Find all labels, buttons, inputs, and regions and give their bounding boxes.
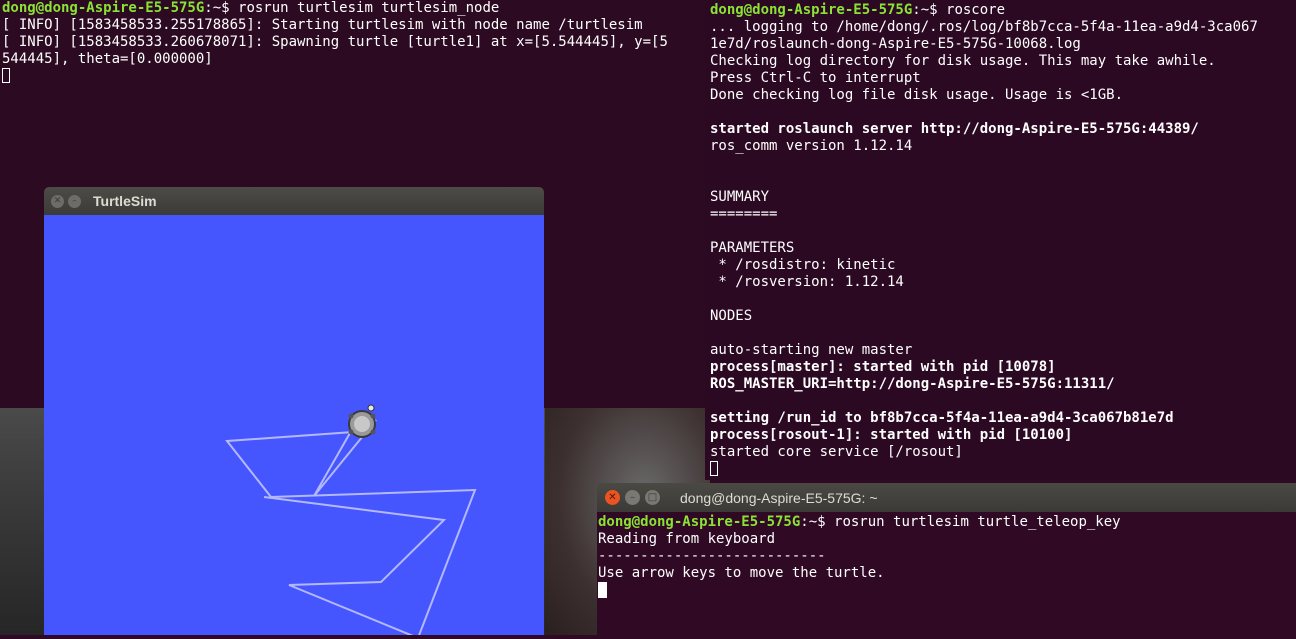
close-icon[interactable]: ✕ [605, 490, 620, 505]
log-line: 544445], theta=[0.000000] [2, 51, 213, 67]
minimize-icon[interactable]: – [625, 490, 640, 505]
output-line: Reading from keyboard [598, 531, 776, 547]
teleop-titlebar[interactable]: ✕ – □ dong@dong-Aspire-E5-575G: ~ [597, 483, 1296, 512]
log-line: * /rosversion: 1.12.14 [710, 274, 904, 290]
log-line: process[rosout-1]: started with pid [101… [710, 427, 1073, 443]
log-line: Checking log directory for disk usage. T… [710, 53, 1216, 69]
turtle-icon [348, 404, 376, 438]
prompt-user: dong@dong-Aspire-E5-575G [598, 514, 801, 530]
right-terminal-output: dong@dong-Aspire-E5-575G:~$ roscore ... … [710, 2, 1258, 478]
log-line: started roslaunch server http://dong-Asp… [710, 121, 1199, 137]
teleop-terminal-output[interactable]: dong@dong-Aspire-E5-575G:~$ rosrun turtl… [598, 514, 1121, 600]
prompt-path: :~$ [912, 2, 947, 18]
prompt-path: :~$ [800, 514, 835, 530]
window-title: dong@dong-Aspire-E5-575G: ~ [680, 489, 878, 506]
left-terminal-output: dong@dong-Aspire-E5-575G:~$ rosrun turtl… [2, 0, 668, 85]
turtlesim-titlebar[interactable]: ✕ – TurtleSim [44, 187, 544, 215]
log-line: setting /run_id to bf8b7cca-5f4a-11ea-a9… [710, 410, 1174, 426]
log-line: NODES [710, 308, 753, 324]
terminal-cursor [710, 461, 718, 476]
terminal-cursor [2, 68, 10, 83]
log-line: auto-starting new master [710, 342, 913, 358]
turtle-trail [225, 411, 477, 639]
log-line: ... logging to /home/dong/.ros/log/bf8b7… [710, 19, 1258, 35]
log-line: ROS_MASTER_URI=http://dong-Aspire-E5-575… [710, 376, 1115, 392]
prompt-path: :~$ [204, 0, 239, 16]
terminal-cursor [598, 582, 607, 598]
prompt-user: dong@dong-Aspire-E5-575G [2, 0, 205, 16]
log-line: [ INFO] [1583458533.260678071]: Spawning… [2, 34, 668, 50]
log-line: ros_comm version 1.12.14 [710, 138, 913, 154]
teleop-terminal-window[interactable]: ✕ – □ dong@dong-Aspire-E5-575G: ~ dong@d… [597, 483, 1296, 635]
log-line: PARAMETERS [710, 240, 795, 256]
maximize-icon[interactable]: □ [645, 490, 660, 505]
teleop-prompt-line: dong@dong-Aspire-E5-575G:~$ rosrun turtl… [598, 514, 1121, 531]
log-line: [ INFO] [1583458533.255178865]: Starting… [2, 17, 643, 33]
log-line: 1e7d/roslaunch-dong-Aspire-E5-575G-10068… [710, 36, 1081, 52]
close-icon[interactable]: ✕ [51, 194, 64, 208]
command-text: roscore [946, 2, 1006, 18]
log-line: * /rosdistro: kinetic [710, 257, 896, 273]
command-text: rosrun turtlesim turtlesim_node [238, 0, 500, 16]
command-text: rosrun turtlesim turtle_teleop_key [834, 514, 1121, 530]
log-line: started core service [/rosout] [710, 444, 963, 460]
log-line: Press Ctrl-C to interrupt [710, 70, 921, 86]
right-prompt-line: dong@dong-Aspire-E5-575G:~$ roscore [710, 2, 1258, 19]
turtlesim-canvas [44, 215, 544, 639]
left-prompt-line: dong@dong-Aspire-E5-575G:~$ rosrun turtl… [2, 0, 668, 17]
output-line: --------------------------- [598, 548, 826, 564]
turtlesim-window[interactable]: ✕ – TurtleSim [44, 187, 544, 639]
log-line: ======== [710, 206, 778, 222]
prompt-user: dong@dong-Aspire-E5-575G [710, 2, 913, 18]
log-line: SUMMARY [710, 189, 770, 205]
log-line: Done checking log file disk usage. Usage… [710, 87, 1124, 103]
window-title: TurtleSim [93, 193, 157, 209]
output-line: Use arrow keys to move the turtle. [598, 565, 885, 581]
log-line: process[master]: started with pid [10078… [710, 359, 1056, 375]
turtle-path-drawing [225, 404, 477, 639]
minimize-icon[interactable]: – [68, 194, 81, 208]
